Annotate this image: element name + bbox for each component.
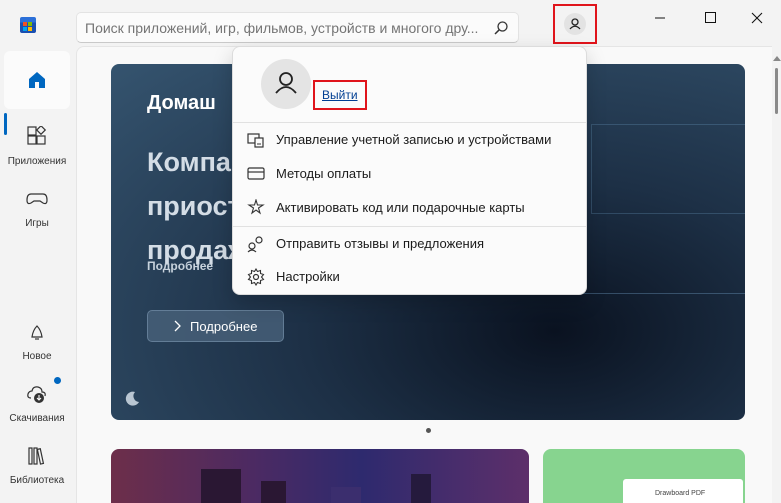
account-button[interactable] bbox=[553, 4, 597, 44]
gamepad-icon bbox=[26, 193, 48, 205]
store-logo-icon bbox=[20, 17, 36, 33]
feedback-icon bbox=[247, 236, 263, 253]
card-icon bbox=[247, 167, 265, 180]
hero-title: Домаш bbox=[147, 92, 216, 114]
hero-more-button[interactable]: Подробнее bbox=[147, 310, 284, 342]
menu-item-label: Управление учетной записью и устройствам… bbox=[276, 132, 552, 147]
menu-item-label: Настройки bbox=[276, 269, 340, 284]
signout-highlight: Выйти bbox=[313, 80, 367, 110]
close-button[interactable] bbox=[737, 4, 777, 32]
sidebar-nav: Приложения Игры Новое Скачивания Библиот… bbox=[0, 46, 76, 503]
user-icon bbox=[564, 13, 586, 35]
maximize-button[interactable] bbox=[690, 4, 730, 32]
carousel-dot[interactable] bbox=[426, 428, 431, 433]
account-menu: Выйти Управление учетной записью и устро… bbox=[232, 46, 587, 295]
menu-item-label: Активировать код или подарочные карты bbox=[276, 200, 525, 215]
account-devices-icon bbox=[247, 133, 264, 148]
sidebar-item-label: Скачивания bbox=[9, 413, 65, 424]
menu-divider bbox=[233, 122, 586, 123]
minimize-button[interactable] bbox=[640, 4, 680, 32]
hero-subtitle: Подробнее bbox=[147, 259, 214, 273]
menu-item-feedback[interactable]: Отправить отзывы и предложения bbox=[233, 228, 586, 260]
maximize-icon bbox=[705, 12, 716, 23]
sidebar-item-games[interactable]: Игры bbox=[4, 178, 70, 236]
moon-icon bbox=[125, 391, 139, 406]
menu-item-redeem[interactable]: Активировать код или подарочные карты bbox=[233, 192, 586, 224]
search-input[interactable] bbox=[85, 19, 480, 37]
user-icon bbox=[275, 72, 297, 94]
close-icon bbox=[751, 12, 763, 24]
menu-item-label: Отправить отзывы и предложения bbox=[276, 236, 485, 251]
home-icon bbox=[29, 72, 45, 88]
bell-icon bbox=[31, 325, 43, 340]
chevron-right-icon bbox=[174, 320, 181, 332]
download-cloud-icon bbox=[27, 386, 46, 403]
signout-link[interactable]: Выйти bbox=[322, 88, 358, 102]
avatar bbox=[261, 59, 311, 109]
sidebar-item-label: Новое bbox=[22, 351, 52, 362]
game-tile[interactable] bbox=[111, 449, 529, 503]
sidebar-item-whats-new[interactable]: Новое bbox=[4, 311, 70, 369]
sidebar-item-library[interactable]: Библиотека bbox=[4, 435, 70, 493]
scrollbar-thumb[interactable] bbox=[775, 68, 778, 114]
sidebar-item-apps[interactable]: Приложения bbox=[4, 116, 70, 174]
menu-divider bbox=[233, 226, 586, 227]
sidebar-item-label: Библиотека bbox=[9, 475, 65, 486]
menu-item-payment[interactable]: Методы оплаты bbox=[233, 158, 586, 190]
menu-item-settings[interactable]: Настройки bbox=[233, 261, 586, 293]
gear-icon bbox=[247, 268, 265, 286]
library-icon bbox=[28, 447, 45, 465]
title-bar bbox=[0, 0, 781, 46]
sidebar-item-label: Приложения bbox=[7, 156, 67, 167]
hero-decoration bbox=[591, 124, 745, 214]
sidebar-item-label: Игры bbox=[25, 218, 49, 229]
scrollbar[interactable] bbox=[772, 46, 781, 503]
search-box[interactable] bbox=[76, 12, 519, 43]
menu-item-label: Методы оплаты bbox=[276, 166, 372, 181]
sidebar-item-home[interactable] bbox=[4, 51, 70, 109]
search-icon[interactable] bbox=[493, 20, 509, 36]
scroll-up-arrow-icon[interactable] bbox=[773, 56, 781, 61]
update-badge bbox=[54, 377, 61, 384]
apps-icon bbox=[27, 126, 47, 145]
hero-more-label: Подробнее bbox=[190, 319, 258, 334]
app-tile-label: Drawboard PDF bbox=[655, 490, 706, 497]
hero-headline: Компа приост продаж bbox=[147, 147, 248, 265]
minimize-icon bbox=[655, 17, 665, 19]
app-tile[interactable]: Drawboard PDF bbox=[543, 449, 745, 503]
redeem-icon bbox=[247, 199, 265, 215]
menu-item-account-devices[interactable]: Управление учетной записью и устройствам… bbox=[233, 124, 586, 156]
